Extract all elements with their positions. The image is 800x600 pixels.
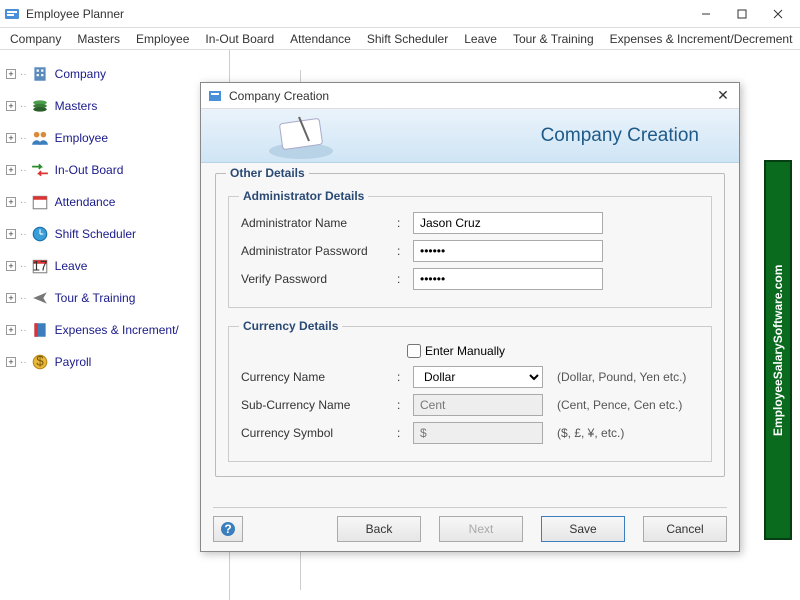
currency-symbol-label: Currency Symbol — [241, 426, 391, 440]
admin-name-label: Administrator Name — [241, 216, 391, 230]
tree-item-attendance[interactable]: +··Attendance — [4, 186, 225, 218]
admin-pwd-label: Administrator Password — [241, 244, 391, 258]
svg-text:?: ? — [224, 522, 231, 536]
save-button[interactable]: Save — [541, 516, 625, 542]
currency-legend: Currency Details — [239, 319, 342, 333]
expand-icon[interactable]: + — [6, 325, 16, 335]
stack-icon — [31, 97, 49, 115]
enter-manually-label: Enter Manually — [425, 344, 505, 358]
admin-legend: Administrator Details — [239, 189, 368, 203]
menu-inout[interactable]: In-Out Board — [199, 30, 280, 48]
dialog-titlebar[interactable]: Company Creation ✕ — [201, 83, 739, 109]
tree-label: Shift Scheduler — [55, 227, 136, 241]
currency-symbol-input — [413, 422, 543, 444]
window-titlebar: Employee Planner — [0, 0, 800, 28]
currency-name-hint: (Dollar, Pound, Yen etc.) — [557, 370, 686, 384]
notebook-art-icon — [261, 111, 341, 161]
other-details-legend: Other Details — [226, 166, 309, 180]
building-icon — [31, 65, 49, 83]
tree-label: Company — [55, 67, 106, 81]
svg-text:17: 17 — [32, 259, 47, 274]
currency-name-label: Currency Name — [241, 370, 391, 384]
menu-shift[interactable]: Shift Scheduler — [361, 30, 454, 48]
currency-symbol-hint: ($, £, ¥, etc.) — [557, 426, 624, 440]
notebook-icon — [31, 321, 49, 339]
expand-icon[interactable]: + — [6, 101, 16, 111]
subcurrency-label: Sub-Currency Name — [241, 398, 391, 412]
dialog-title: Company Creation — [229, 89, 713, 103]
menu-tour[interactable]: Tour & Training — [507, 30, 600, 48]
tree-label: Leave — [55, 259, 88, 273]
help-button[interactable]: ? — [213, 516, 243, 542]
brand-strip: EmployeeSalarySoftware.com — [764, 160, 792, 540]
tree-item-masters[interactable]: +··Masters — [4, 90, 225, 122]
svg-text:$: $ — [36, 353, 44, 368]
admin-details-fieldset: Administrator Details Administrator Name… — [228, 196, 712, 308]
dialog-icon — [207, 88, 223, 104]
clock-icon — [31, 225, 49, 243]
plane-icon — [31, 289, 49, 307]
window-title: Employee Planner — [26, 7, 688, 21]
dialog-banner: Company Creation — [201, 109, 739, 163]
menu-leave[interactable]: Leave — [458, 30, 503, 48]
subcurrency-hint: (Cent, Pence, Cen etc.) — [557, 398, 682, 412]
tree-item-payroll[interactable]: +··$Payroll — [4, 346, 225, 378]
expand-icon[interactable]: + — [6, 293, 16, 303]
expand-icon[interactable]: + — [6, 197, 16, 207]
tree-label: Expenses & Increment/ — [55, 323, 179, 337]
banner-title: Company Creation — [541, 125, 699, 147]
maximize-button[interactable] — [724, 2, 760, 26]
currency-name-select[interactable]: Dollar — [413, 366, 543, 388]
arrows-icon — [31, 161, 49, 179]
coin-icon: $ — [31, 353, 49, 371]
dialog-footer: ? Back Next Save Cancel — [213, 507, 727, 541]
menu-expenses[interactable]: Expenses & Increment/Decrement — [604, 30, 799, 48]
expand-icon[interactable]: + — [6, 69, 16, 79]
other-details-fieldset: Other Details Administrator Details Admi… — [215, 173, 725, 477]
calendar-day-icon: 17 — [31, 257, 49, 275]
tree-item-employee[interactable]: +··Employee — [4, 122, 225, 154]
tree-label: Tour & Training — [55, 291, 136, 305]
admin-pwd-input[interactable] — [413, 240, 603, 262]
back-button[interactable]: Back — [337, 516, 421, 542]
menu-company[interactable]: Company — [4, 30, 67, 48]
expand-icon[interactable]: + — [6, 229, 16, 239]
tree-label: Masters — [55, 99, 98, 113]
company-creation-dialog: Company Creation ✕ Company Creation Othe… — [200, 82, 740, 552]
tree-label: Employee — [55, 131, 108, 145]
minimize-button[interactable] — [688, 2, 724, 26]
tree-item-company[interactable]: +··Company — [4, 58, 225, 90]
cancel-button[interactable]: Cancel — [643, 516, 727, 542]
dialog-close-button[interactable]: ✕ — [713, 87, 733, 104]
admin-name-input[interactable] — [413, 212, 603, 234]
tree-item-expenses[interactable]: +··Expenses & Increment/ — [4, 314, 225, 346]
verify-pwd-input[interactable] — [413, 268, 603, 290]
close-button[interactable] — [760, 2, 796, 26]
verify-pwd-label: Verify Password — [241, 272, 391, 286]
menu-masters[interactable]: Masters — [71, 30, 126, 48]
subcurrency-input — [413, 394, 543, 416]
expand-icon[interactable]: + — [6, 261, 16, 271]
calendar-icon — [31, 193, 49, 211]
tree-label: Attendance — [55, 195, 116, 209]
tree-item-shift[interactable]: +··Shift Scheduler — [4, 218, 225, 250]
menu-employee[interactable]: Employee — [130, 30, 195, 48]
currency-details-fieldset: Currency Details Enter Manually Currency… — [228, 326, 712, 462]
expand-icon[interactable]: + — [6, 357, 16, 367]
tree-label: In-Out Board — [55, 163, 124, 177]
tree-item-leave[interactable]: +··17Leave — [4, 250, 225, 282]
app-icon — [4, 6, 20, 22]
tree-item-inout[interactable]: +··In-Out Board — [4, 154, 225, 186]
menubar: Company Masters Employee In-Out Board At… — [0, 28, 800, 50]
sidebar: +··Company +··Masters +··Employee +··In-… — [0, 50, 230, 600]
enter-manually-checkbox[interactable] — [407, 344, 421, 358]
expand-icon[interactable]: + — [6, 133, 16, 143]
next-button[interactable]: Next — [439, 516, 523, 542]
tree-item-tour[interactable]: +··Tour & Training — [4, 282, 225, 314]
menu-attendance[interactable]: Attendance — [284, 30, 357, 48]
people-icon — [31, 129, 49, 147]
expand-icon[interactable]: + — [6, 165, 16, 175]
tree-label: Payroll — [55, 355, 92, 369]
